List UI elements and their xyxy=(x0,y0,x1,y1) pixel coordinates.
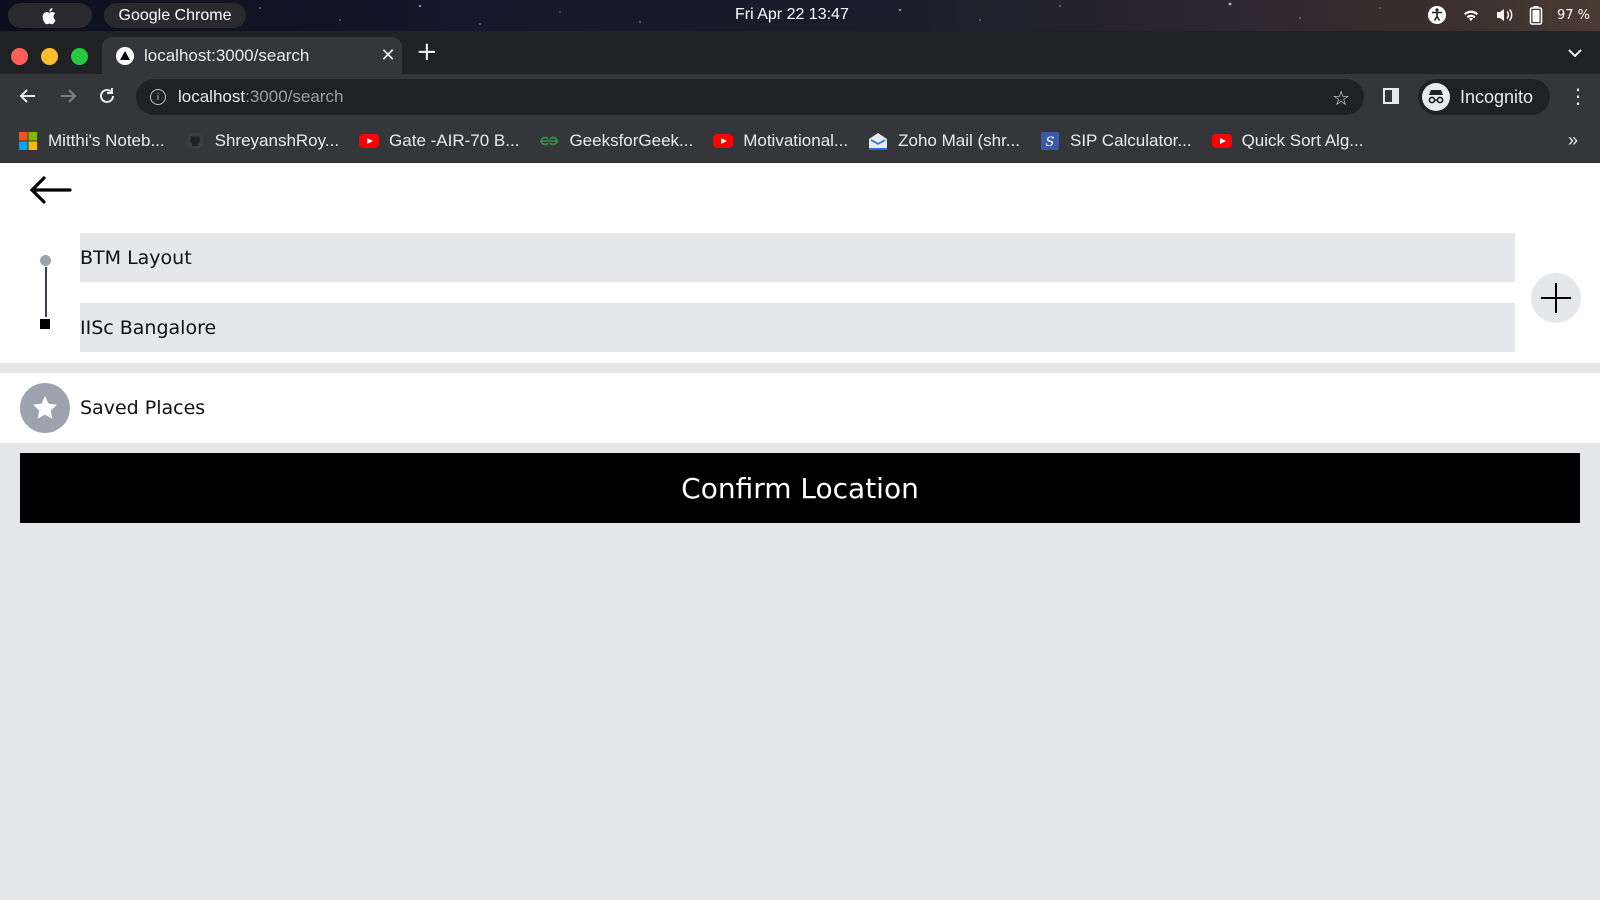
star-icon xyxy=(20,383,70,433)
bookmark-item[interactable]: Quick Sort Alg... xyxy=(1211,131,1364,151)
youtube-icon xyxy=(713,133,734,149)
dropoff-square-icon xyxy=(40,319,50,329)
triangle-favicon-icon xyxy=(116,46,134,65)
back-arrow-button[interactable] xyxy=(28,175,72,209)
youtube-icon xyxy=(1211,133,1232,149)
volume-icon[interactable] xyxy=(1495,7,1515,23)
bookmark-label: Gate -AIR-70 B... xyxy=(389,131,520,150)
microsoft-icon xyxy=(18,132,38,150)
tab-close-icon[interactable]: ✕ xyxy=(374,45,402,66)
incognito-profile-button[interactable]: Incognito xyxy=(1418,79,1550,115)
active-app-name[interactable]: Google Chrome xyxy=(104,3,246,28)
pickup-location-input[interactable]: BTM Layout xyxy=(80,233,1515,282)
arrow-left-icon xyxy=(29,176,72,204)
accessibility-icon[interactable] xyxy=(1427,5,1447,25)
apple-menu[interactable] xyxy=(8,3,92,28)
svg-text:S: S xyxy=(1046,135,1055,150)
tab-active[interactable]: localhost:3000/search ✕ xyxy=(102,37,402,74)
browser-toolbar: i localhost:3000/search ☆ Incognito ⋮ xyxy=(0,74,1600,120)
pickup-dot-icon xyxy=(40,255,51,266)
bookmarks-overflow-chevron-icon[interactable]: » xyxy=(1568,130,1578,151)
bookmark-item[interactable]: ShreyanshRoy... xyxy=(185,131,339,151)
apple-icon xyxy=(42,7,56,24)
incognito-icon xyxy=(1422,83,1450,111)
bookmark-label: SIP Calculator... xyxy=(1069,131,1192,150)
sip-icon: S xyxy=(1040,132,1060,150)
browser-menu-kebab-icon[interactable]: ⋮ xyxy=(1568,86,1588,106)
url-host: localhost xyxy=(178,87,246,106)
confirm-location-button[interactable]: Confirm Location xyxy=(20,453,1580,523)
bookmark-star-icon[interactable]: ☆ xyxy=(1332,86,1350,111)
battery-percent: 97 % xyxy=(1556,7,1590,23)
tab-strip: localhost:3000/search ✕ + xyxy=(0,31,1600,74)
route-connector-line xyxy=(44,267,47,317)
bookmark-item[interactable]: Gate -AIR-70 B... xyxy=(359,131,519,151)
site-info-icon[interactable]: i xyxy=(150,89,166,105)
bookmark-label: Motivational... xyxy=(743,131,849,150)
window-maximize-button[interactable] xyxy=(71,48,88,65)
window-close-button[interactable] xyxy=(11,48,28,65)
wifi-icon[interactable] xyxy=(1461,7,1481,23)
zoho-mail-icon xyxy=(868,133,888,150)
window-minimize-button[interactable] xyxy=(41,48,58,65)
bookmark-label: Mitthi's Noteb... xyxy=(48,131,165,150)
os-status-area: 97 % xyxy=(1427,5,1590,25)
address-bar[interactable]: i localhost:3000/search ☆ xyxy=(136,79,1364,115)
bookmark-label: ShreyanshRoy... xyxy=(214,131,340,150)
bookmark-item[interactable]: Motivational... xyxy=(713,131,848,151)
os-menu-bar: Google Chrome Fri Apr 22 13:47 97 % xyxy=(0,0,1600,31)
bookmark-item[interactable]: Mitthi's Noteb... xyxy=(18,131,165,151)
search-page: BTM Layout IISc Bangalore Saved Places C… xyxy=(0,163,1600,900)
saved-places-row[interactable]: Saved Places xyxy=(0,373,1600,443)
forward-arrow-icon[interactable] xyxy=(58,86,78,110)
tab-title: localhost:3000/search xyxy=(144,45,310,65)
bookmark-label: Zoho Mail (shr... xyxy=(898,131,1020,150)
route-header-card: BTM Layout IISc Bangalore xyxy=(0,163,1600,363)
reload-icon[interactable] xyxy=(97,86,117,110)
back-arrow-icon[interactable] xyxy=(18,86,38,110)
saved-places-label: Saved Places xyxy=(80,397,206,419)
bookmark-item[interactable]: GeeksforGeek... xyxy=(539,131,693,151)
dropoff-location-input[interactable]: IISc Bangalore xyxy=(80,303,1515,352)
os-clock[interactable]: Fri Apr 22 13:47 xyxy=(735,6,849,24)
incognito-label: Incognito xyxy=(1460,86,1534,107)
side-panel-icon[interactable] xyxy=(1383,88,1399,104)
add-stop-button[interactable] xyxy=(1531,273,1581,323)
bookmark-item[interactable]: S SIP Calculator... xyxy=(1040,131,1192,151)
battery-icon[interactable] xyxy=(1529,5,1543,25)
bookmarks-bar: Mitthi's Noteb... ShreyanshRoy... Gate -… xyxy=(0,120,1600,163)
bookmark-label: Quick Sort Alg... xyxy=(1241,131,1364,150)
plus-icon xyxy=(1541,283,1571,313)
url-path: :3000/search xyxy=(245,87,344,106)
github-icon xyxy=(185,132,205,150)
bookmark-item[interactable]: Zoho Mail (shr... xyxy=(868,131,1020,151)
new-tab-button[interactable]: + xyxy=(416,37,438,67)
gfg-icon xyxy=(539,133,559,149)
youtube-icon xyxy=(359,133,380,149)
tab-search-chevron-icon[interactable] xyxy=(1568,43,1582,62)
bookmark-label: GeeksforGeek... xyxy=(569,131,694,150)
